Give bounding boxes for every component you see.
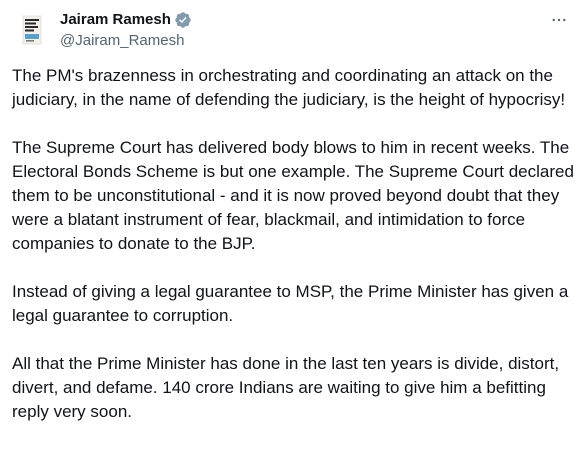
tweet-paragraph: The Supreme Court has delivered body blo… — [12, 138, 574, 253]
more-options-button[interactable] — [544, 8, 574, 32]
author-handle[interactable]: @Jairam_Ramesh — [60, 31, 192, 51]
tweet-text: The PM's brazenness in orchestrating and… — [12, 64, 584, 424]
tweet-paragraph: All that the Prime Minister has done in … — [12, 354, 560, 421]
tweet-paragraph: Instead of giving a legal guarantee to M… — [12, 282, 569, 325]
book-cover-avatar-icon — [12, 10, 52, 50]
avatar[interactable] — [12, 10, 52, 50]
more-horizontal-icon — [552, 18, 566, 22]
tweet-paragraph: The PM's brazenness in orchestrating and… — [12, 66, 566, 109]
author-display-name[interactable]: Jairam Ramesh — [60, 10, 171, 30]
tweet-card: Jairam Ramesh @Jairam_Ramesh The PM's br… — [0, 0, 588, 453]
verified-badge-icon[interactable] — [174, 11, 192, 29]
tweet-header: Jairam Ramesh @Jairam_Ramesh — [12, 8, 576, 52]
author-names: Jairam Ramesh @Jairam_Ramesh — [60, 10, 192, 51]
